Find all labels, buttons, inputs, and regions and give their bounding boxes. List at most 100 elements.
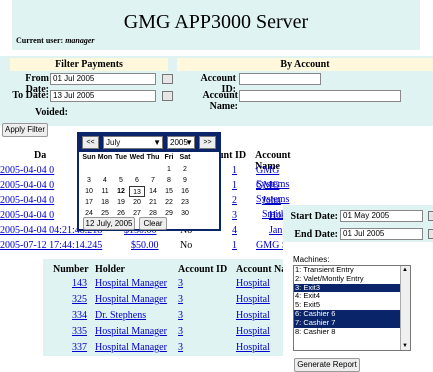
apply-filter-button[interactable]: Apply Filter bbox=[2, 123, 48, 137]
payment-date-link[interactable]: 2005-04-04 0 bbox=[0, 164, 54, 178]
previous-month-button[interactable]: << bbox=[82, 136, 99, 149]
by-account-heading: By Account bbox=[177, 58, 433, 71]
start-date-input[interactable]: 01 May 2005 bbox=[340, 210, 423, 222]
day-cell[interactable]: 19 bbox=[113, 197, 129, 208]
day-cell[interactable]: 11 bbox=[97, 186, 113, 197]
current-user-line: Current user: manager bbox=[16, 36, 95, 45]
payment-date-link[interactable]: 2005-07-12 17:44:14.245 bbox=[0, 239, 102, 253]
machines-options: 1: Transient Entry 2: Valet/Montly Entry 3… bbox=[294, 266, 410, 336]
start-date-calendar-icon[interactable] bbox=[428, 211, 433, 221]
end-date-calendar-icon[interactable] bbox=[428, 229, 433, 239]
start-date-label: Start Date: bbox=[290, 211, 338, 222]
holder-name-link[interactable]: Dr. Stephens bbox=[95, 308, 146, 324]
year-select[interactable]: 2005 ▼ bbox=[167, 136, 195, 149]
day-cell[interactable]: 7 bbox=[145, 175, 161, 186]
account-id-link[interactable]: 2 bbox=[232, 194, 237, 208]
end-date-input[interactable]: 01 Jul 2005 bbox=[340, 228, 423, 240]
page-header: GMG APP3000 Server Current user: manager bbox=[12, 0, 420, 50]
day-cell[interactable]: 8 bbox=[161, 175, 177, 186]
month-select-value: July bbox=[106, 138, 121, 147]
filter-payments-heading: Filter Payments bbox=[10, 58, 168, 71]
day-cell[interactable]: 20 bbox=[129, 197, 145, 208]
day-cell[interactable]: 18 bbox=[97, 197, 113, 208]
account-id-link[interactable]: 1 bbox=[232, 164, 237, 178]
scroll-down-icon[interactable]: ▼ bbox=[402, 343, 408, 349]
account-name-link[interactable]: Hospital bbox=[236, 340, 270, 356]
day-cell[interactable]: 13 bbox=[129, 186, 145, 197]
day-cell[interactable]: 22 bbox=[161, 197, 177, 208]
machines-listbox[interactable]: 1: Transient Entry 2: Valet/Montly Entry 3… bbox=[293, 265, 411, 351]
account-id-link[interactable]: 3 bbox=[178, 292, 183, 308]
holder-name-link[interactable]: Hospital Manager bbox=[95, 292, 167, 308]
day-cell[interactable]: 5 bbox=[113, 175, 129, 186]
payment-date-link[interactable]: 2005-04-04 0 bbox=[0, 209, 54, 223]
day-cell[interactable]: 16 bbox=[177, 186, 193, 197]
weekday-label: Wed bbox=[129, 154, 145, 161]
account-id-link[interactable]: 1 bbox=[232, 179, 237, 193]
payment-voided: No bbox=[180, 240, 193, 251]
day-cell[interactable]: 30 bbox=[177, 208, 193, 219]
clear-button[interactable]: Clear bbox=[139, 217, 167, 230]
day-cell[interactable]: 9 bbox=[177, 175, 193, 186]
scroll-up-icon[interactable]: ▲ bbox=[402, 267, 408, 273]
day-cell[interactable]: 2 bbox=[177, 164, 193, 175]
day-cell[interactable]: 4 bbox=[97, 175, 113, 186]
account-id-input[interactable] bbox=[239, 73, 321, 85]
day-cell[interactable]: 14 bbox=[145, 186, 161, 197]
month-select[interactable]: July ▼ bbox=[103, 136, 163, 149]
day-cell bbox=[145, 164, 161, 175]
holder-name-link[interactable]: Hospital Manager bbox=[95, 324, 167, 340]
week-row: 12 bbox=[81, 164, 193, 175]
from-date-calendar-icon[interactable] bbox=[162, 74, 173, 84]
payment-date-link[interactable]: 2005-04-04 0 bbox=[0, 194, 54, 208]
to-date-input[interactable]: 13 Jul 2005 bbox=[50, 90, 156, 102]
account-name-link[interactable]: Hospital bbox=[236, 308, 270, 324]
next-month-button[interactable]: >> bbox=[199, 136, 216, 149]
current-user-label: Current user: bbox=[16, 36, 64, 45]
day-cell bbox=[97, 164, 113, 175]
account-name-link[interactable]: Jan bbox=[269, 224, 282, 238]
account-id-link[interactable]: 3 bbox=[232, 209, 237, 223]
day-cell[interactable]: 17 bbox=[81, 197, 97, 208]
holder-number-link[interactable]: 334 bbox=[72, 308, 87, 324]
account-name-link[interactable]: Hospital bbox=[236, 292, 270, 308]
account-id-link[interactable]: 1 bbox=[232, 239, 237, 253]
payment-amount: $50.00 bbox=[131, 240, 159, 251]
account-id-link[interactable]: 4 bbox=[232, 224, 237, 238]
day-cell[interactable]: 21 bbox=[145, 197, 161, 208]
account-name-link[interactable]: Hospital bbox=[236, 324, 270, 340]
end-date-label: End Date: bbox=[294, 229, 338, 240]
holder-number-link[interactable]: 335 bbox=[72, 324, 87, 340]
holder-number-link[interactable]: 143 bbox=[72, 276, 87, 292]
account-id-link[interactable]: 3 bbox=[178, 276, 183, 292]
holder-name-link[interactable]: Hospital Manager bbox=[95, 276, 167, 292]
day-cell[interactable]: 3 bbox=[81, 175, 97, 186]
day-cell[interactable]: 1 bbox=[161, 164, 177, 175]
machines-scrollbar[interactable]: ▲ ▼ bbox=[400, 266, 410, 350]
column-header-number: Number bbox=[53, 264, 89, 275]
holder-number-link[interactable]: 337 bbox=[72, 340, 87, 356]
account-name-link[interactable]: Hospital bbox=[236, 276, 270, 292]
from-date-input[interactable]: 01 Jul 2005 bbox=[50, 73, 156, 85]
day-cell bbox=[129, 164, 145, 175]
day-cell[interactable]: 6 bbox=[129, 175, 145, 186]
weekday-label: Sun bbox=[82, 154, 96, 161]
to-date-calendar-icon[interactable] bbox=[162, 91, 173, 101]
holder-name-link[interactable]: Hospital Manager bbox=[95, 340, 167, 356]
account-id-link[interactable]: 3 bbox=[178, 308, 183, 324]
account-id-link[interactable]: 3 bbox=[178, 340, 183, 356]
day-cell[interactable]: 15 bbox=[161, 186, 177, 197]
day-cell[interactable]: 12 bbox=[113, 186, 129, 197]
weekday-label: Fri bbox=[164, 154, 174, 161]
generate-report-button[interactable]: Generate Report bbox=[294, 358, 360, 372]
today-button[interactable]: 12 July, 2005 bbox=[83, 217, 135, 230]
account-id-link[interactable]: 3 bbox=[178, 324, 183, 340]
holder-number-link[interactable]: 325 bbox=[72, 292, 87, 308]
day-cell[interactable]: 10 bbox=[81, 186, 97, 197]
account-name-input[interactable] bbox=[239, 90, 401, 102]
chevron-down-icon: ▼ bbox=[153, 138, 161, 147]
payment-date-link[interactable]: 2005-04-04 0 bbox=[0, 179, 54, 193]
machine-option[interactable]: 8: Cashier 8 bbox=[294, 327, 410, 337]
table-row: 2005-07-12 17:44:14.245 $50.00 No 1 GMG … bbox=[0, 239, 300, 253]
day-cell[interactable]: 23 bbox=[177, 197, 193, 208]
